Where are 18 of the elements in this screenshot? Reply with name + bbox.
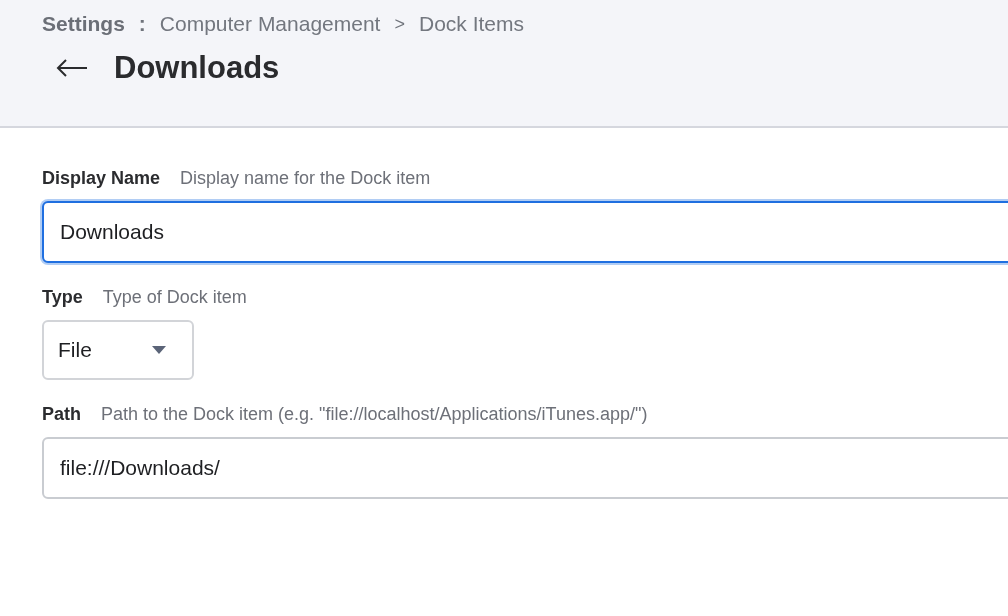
- back-button[interactable]: [56, 58, 88, 78]
- field-label: Path: [42, 404, 81, 425]
- breadcrumb-link[interactable]: Dock Items: [419, 12, 524, 36]
- breadcrumb-separator: >: [394, 13, 405, 35]
- type-dropdown[interactable]: File: [42, 320, 194, 380]
- breadcrumb-link[interactable]: Settings: [42, 12, 125, 36]
- field-hint: Type of Dock item: [102, 287, 247, 308]
- input-field[interactable]: file:///Downloads/: [42, 437, 1008, 499]
- page-title: Downloads: [114, 50, 280, 86]
- breadcrumb-link[interactable]: Computer Management: [159, 12, 381, 36]
- input-field[interactable]: Downloads: [42, 201, 1008, 263]
- field-label: Type: [42, 287, 83, 308]
- breadcrumb-separator: :: [138, 12, 146, 36]
- caret-icon: [152, 346, 166, 354]
- back-arrow-icon: [56, 58, 88, 78]
- field-label: Display Name: [42, 168, 161, 189]
- field-hint: Path to the Dock item (e.g. "file://localhost/Applications/iTunes.app/"): [101, 404, 648, 425]
- field-hint: Display name for the Dock item: [180, 168, 431, 189]
